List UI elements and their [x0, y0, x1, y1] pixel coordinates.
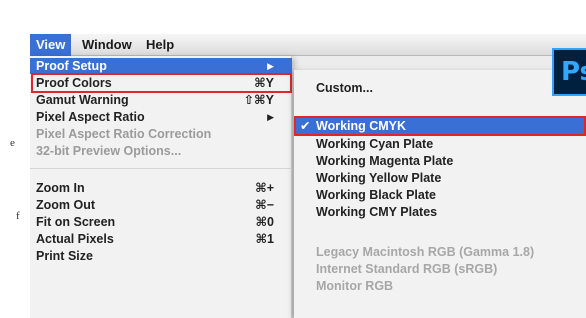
- menu-item-gamut-warning[interactable]: Gamut Warning ⇧⌘Y: [30, 92, 292, 108]
- menu-item-proof-setup[interactable]: Proof Setup ▶: [30, 58, 292, 74]
- submenu-item-label: Legacy Macintosh RGB (Gamma 1.8): [316, 245, 535, 259]
- proof-setup-submenu: Custom... ✔ Working CMYK Working Cyan Pl…: [294, 70, 586, 318]
- menu-item-zoom-in[interactable]: Zoom In ⌘+: [30, 180, 292, 196]
- menu-item-label: 32-bit Preview Options...: [36, 144, 182, 158]
- menu-item-label: Proof Setup: [36, 59, 107, 73]
- menu-item-label: Pixel Aspect Ratio Correction: [36, 127, 212, 141]
- page-text-fragment: e: [10, 137, 15, 149]
- menu-item-actual-pixels[interactable]: Actual Pixels ⌘1: [30, 231, 292, 247]
- menu-item-label: Gamut Warning: [36, 93, 129, 107]
- submenu-item-label: Custom...: [316, 81, 373, 95]
- menu-item-shortcut: ⌘1: [255, 232, 274, 246]
- menu-item-label: Print Size: [36, 249, 93, 263]
- submenu-item-working-yellow-plate[interactable]: Working Yellow Plate: [294, 170, 586, 186]
- submenu-arrow-icon: ▶: [267, 112, 274, 122]
- menu-item-label: Zoom Out: [36, 198, 96, 212]
- submenu-item-working-black-plate[interactable]: Working Black Plate: [294, 187, 586, 203]
- menu-item-label: Fit on Screen: [36, 215, 116, 229]
- menu-separator: [30, 168, 292, 169]
- menu-item-pixel-aspect-ratio-correction: Pixel Aspect Ratio Correction: [30, 126, 292, 142]
- submenu-item-label: Internet Standard RGB (sRGB): [316, 262, 498, 276]
- callout-box-working-cmyk: [294, 116, 586, 136]
- submenu-item-internet-standard-rgb: Internet Standard RGB (sRGB): [294, 261, 586, 277]
- menu-item-fit-on-screen[interactable]: Fit on Screen ⌘0: [30, 214, 292, 230]
- view-menu: Proof Setup ▶ Proof Colors ⌘Y Gamut Warn…: [30, 56, 292, 318]
- menu-item-label: Pixel Aspect Ratio: [36, 110, 145, 124]
- submenu-item-label: Working Cyan Plate: [316, 137, 434, 151]
- menu-item-shortcut: ⌘−: [255, 198, 274, 212]
- menubar-help[interactable]: Help: [140, 34, 180, 56]
- submenu-item-label: Working CMY Plates: [316, 205, 438, 219]
- submenu-item-working-magenta-plate[interactable]: Working Magenta Plate: [294, 153, 586, 169]
- submenu-item-label: Monitor RGB: [316, 279, 394, 293]
- menu-item-pixel-aspect-ratio[interactable]: Pixel Aspect Ratio ▶: [30, 109, 292, 125]
- submenu-item-working-cyan-plate[interactable]: Working Cyan Plate: [294, 136, 586, 152]
- submenu-item-custom[interactable]: Custom...: [294, 80, 586, 96]
- screenshot-frame: View Window Help Proof Setup ▶ Proof Col…: [30, 34, 586, 318]
- menu-item-32bit-preview-options: 32-bit Preview Options...: [30, 143, 292, 159]
- submenu-item-monitor-rgb: Monitor RGB: [294, 278, 586, 294]
- photoshop-logo-icon: Ps: [552, 48, 586, 96]
- menubar-window[interactable]: Window: [76, 34, 138, 56]
- submenu-item-label: Working Black Plate: [316, 188, 436, 202]
- menu-item-zoom-out[interactable]: Zoom Out ⌘−: [30, 197, 292, 213]
- menu-item-print-size[interactable]: Print Size: [30, 248, 292, 264]
- menu-item-label: Zoom In: [36, 181, 85, 195]
- menu-item-shortcut: ⌘0: [255, 215, 274, 229]
- page-text-fragment: f: [16, 210, 20, 222]
- submenu-item-working-cmy-plates[interactable]: Working CMY Plates: [294, 204, 586, 220]
- menu-item-shortcut: ⌘+: [255, 181, 274, 195]
- menubar-view[interactable]: View: [30, 34, 72, 56]
- menu-bar: View Window Help: [30, 34, 586, 56]
- menu-item-shortcut: ⇧⌘Y: [243, 93, 274, 107]
- submenu-arrow-icon: ▶: [267, 61, 274, 71]
- callout-box-proof-colors: [31, 73, 292, 93]
- submenu-item-legacy-macintosh-rgb: Legacy Macintosh RGB (Gamma 1.8): [294, 244, 586, 260]
- menu-item-label: Actual Pixels: [36, 232, 114, 246]
- submenu-item-label: Working Magenta Plate: [316, 154, 454, 168]
- submenu-item-label: Working Yellow Plate: [316, 171, 442, 185]
